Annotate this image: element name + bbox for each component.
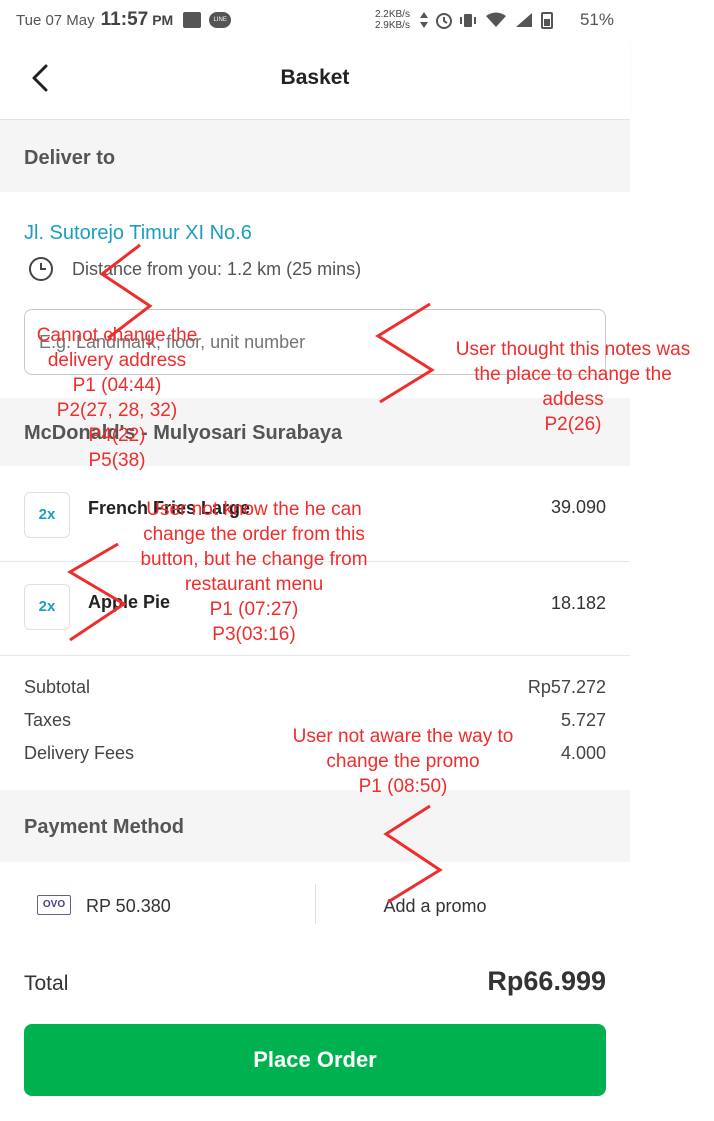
line-app-icon: LINE bbox=[209, 12, 232, 28]
quantity-button[interactable]: 2x bbox=[24, 584, 70, 630]
app-header: Basket bbox=[0, 40, 630, 120]
total-value: Rp66.999 bbox=[487, 966, 606, 996]
network-speed: 2.2KB/s 2.9KB/s bbox=[375, 9, 410, 31]
battery-percent: 51% bbox=[579, 10, 614, 29]
gallery-icon bbox=[183, 12, 202, 28]
annotation-promo: User not aware the way to change the pro… bbox=[292, 726, 514, 797]
ovo-wallet-icon[interactable]: OVO bbox=[37, 895, 71, 915]
vibrate-icon bbox=[459, 14, 476, 27]
status-bar: Tue 07 May 11:57 PM LINE 2.2KB/s 2.9KB/s… bbox=[0, 0, 630, 40]
payment-row: OVO RP 50.380 Add a promo bbox=[0, 862, 630, 948]
subtotal-row: Subtotal Rp57.272 bbox=[24, 677, 606, 698]
subtotal-value: Rp57.272 bbox=[527, 677, 606, 697]
page-title: Basket bbox=[280, 66, 350, 89]
wifi-icon bbox=[485, 12, 506, 27]
alarm-icon bbox=[435, 13, 452, 29]
annotation-order: User not know the he can change the orde… bbox=[140, 499, 368, 645]
item-price: 39.090 bbox=[550, 497, 606, 517]
status-ampm: PM bbox=[152, 12, 174, 28]
taxes-value: 5.727 bbox=[560, 710, 606, 730]
status-date: Tue 07 May bbox=[16, 11, 95, 29]
net-down: 2.9KB/s bbox=[374, 20, 410, 31]
delivery-fee-label: Delivery Fees bbox=[24, 743, 135, 763]
taxes-label: Taxes bbox=[24, 710, 72, 730]
clock-icon bbox=[29, 257, 53, 281]
status-icons bbox=[419, 12, 553, 29]
place-order-button[interactable]: Place Order bbox=[24, 1024, 606, 1096]
annotation-address: Cannot change the delivery address P1 (0… bbox=[36, 325, 198, 471]
deliver-section-title: Deliver to bbox=[0, 122, 630, 192]
signal-icon bbox=[515, 13, 532, 27]
wallet-amount[interactable]: RP 50.380 bbox=[86, 896, 171, 917]
net-up: 2.2KB/s bbox=[374, 9, 410, 20]
delivery-fee-value: 4.000 bbox=[560, 743, 606, 763]
payment-section-title: Payment Method bbox=[0, 790, 630, 862]
battery-icon bbox=[540, 12, 553, 29]
delivery-distance: Distance from you: 1.2 km (25 mins) bbox=[72, 259, 362, 279]
item-price: 18.182 bbox=[550, 593, 606, 613]
data-arrows-icon bbox=[419, 12, 428, 28]
delivery-address[interactable]: Jl. Sutorejo Timur XI No.6 bbox=[24, 222, 252, 245]
quantity-button[interactable]: 2x bbox=[24, 492, 70, 538]
subtotal-label: Subtotal bbox=[24, 677, 91, 697]
total-label: Total bbox=[24, 972, 69, 995]
annotation-notes: User thought this notes was the place to… bbox=[455, 339, 691, 435]
status-time: 11:57 bbox=[100, 9, 149, 30]
add-promo-button[interactable]: Add a promo bbox=[315, 896, 555, 917]
